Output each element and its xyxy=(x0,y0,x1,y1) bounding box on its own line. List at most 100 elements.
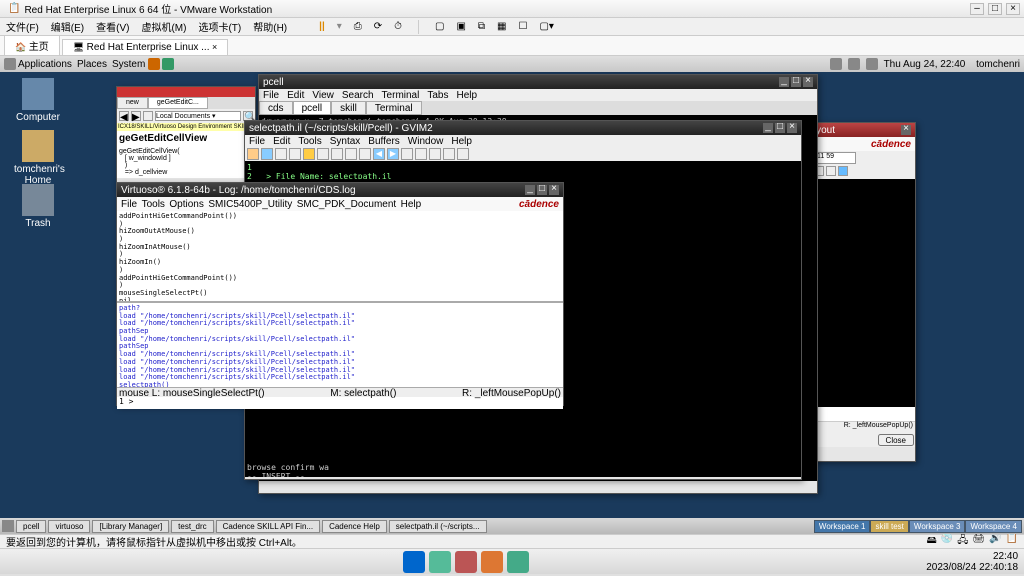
terminal-tab[interactable]: pcell xyxy=(293,101,332,115)
pause-button[interactable]: || xyxy=(319,21,325,32)
layout-canvas[interactable] xyxy=(801,179,915,407)
menu-applications[interactable]: Applications xyxy=(18,59,72,70)
tool-icon[interactable] xyxy=(289,148,301,160)
tool-icon[interactable] xyxy=(457,148,469,160)
tray-icon[interactable]: 🖧 xyxy=(957,533,968,550)
show-desktop-icon[interactable] xyxy=(2,520,14,532)
menu-tabs[interactable]: 选项卡(T) xyxy=(198,19,241,34)
menu-vm[interactable]: 虚拟机(M) xyxy=(141,19,186,34)
app-icon[interactable] xyxy=(162,58,174,70)
close-button[interactable]: × xyxy=(901,125,911,135)
virtuoso-titlebar[interactable]: Virtuoso® 6.1.8-64b - Log: /home/tomchen… xyxy=(117,183,563,197)
ciw-log-top[interactable]: addPointHiGetCommandPoint()) ) hiZoomOut… xyxy=(117,211,563,303)
clock[interactable]: Thu Aug 24, 22:40 xyxy=(884,59,966,70)
tool-icon[interactable] xyxy=(826,166,836,176)
menu-file[interactable]: 文件(F) xyxy=(6,19,39,34)
tool-icon[interactable] xyxy=(443,148,455,160)
close-button[interactable]: × xyxy=(803,77,813,87)
terminal-tab[interactable]: skill xyxy=(331,101,366,115)
tray-icon[interactable]: 📋 xyxy=(1006,533,1018,550)
taskbar-item[interactable]: selectpath.il (~/scripts... xyxy=(389,520,487,533)
terminal-tab[interactable]: Terminal xyxy=(366,101,422,115)
tray-icon[interactable] xyxy=(866,58,878,70)
tool-icon[interactable] xyxy=(143,111,153,121)
tab-vm[interactable]: 🖥 Red Hat Enterprise Linux ... × xyxy=(62,39,229,55)
maximize-button[interactable]: □ xyxy=(791,77,801,87)
tray-icon[interactable] xyxy=(830,58,842,70)
toolbar-btn[interactable]: ⧉ xyxy=(478,21,485,32)
toolbar-btn[interactable]: ⎙ xyxy=(354,21,362,32)
toolbar-btn[interactable]: ⏱ xyxy=(394,21,402,32)
workspace-switcher[interactable]: Workspace 1 xyxy=(814,520,871,533)
tray-icon[interactable]: 🖨 xyxy=(972,533,985,550)
gvim-titlebar[interactable]: selectpath.il (~/scripts/skill/Pcell) - … xyxy=(245,121,801,135)
taskbar-vmware-icon[interactable] xyxy=(507,551,529,573)
workspace-switcher[interactable]: Workspace 4 xyxy=(965,520,1022,533)
apps-icon[interactable] xyxy=(4,58,16,70)
doc-crumb[interactable]: Local Documents ▾ xyxy=(155,111,241,121)
cut-icon[interactable] xyxy=(331,148,343,160)
back-icon[interactable]: ◀ xyxy=(119,111,129,121)
taskbar-item[interactable]: Cadence Help xyxy=(322,520,387,533)
taskbar-app-icon[interactable] xyxy=(429,551,451,573)
maximize-button[interactable]: □ xyxy=(988,3,1002,15)
taskbar-app-icon[interactable] xyxy=(481,551,503,573)
layout-titlebar[interactable]: Layout × xyxy=(801,123,915,137)
taskbar-app-icon[interactable] xyxy=(455,551,477,573)
menu-places[interactable]: Places xyxy=(77,59,107,70)
desktop-trash-icon[interactable]: Trash xyxy=(14,184,62,229)
menu-help[interactable]: 帮助(H) xyxy=(253,19,287,34)
tray-icon[interactable] xyxy=(848,58,860,70)
gvim-buffer[interactable]: 1 2 > File Name: selectpath.il 3 > Autho… xyxy=(245,161,801,179)
terminal-titlebar[interactable]: pcell _□× xyxy=(259,75,817,89)
nav-fwd-icon[interactable]: ▶ xyxy=(387,148,399,160)
undo-icon[interactable] xyxy=(303,148,315,160)
fwd-icon[interactable]: ▶ xyxy=(131,111,141,121)
menu-view[interactable]: 查看(V) xyxy=(96,19,129,34)
toolbar-btn[interactable]: ☐ xyxy=(518,21,527,32)
desktop-home-icon[interactable]: tomchenri's Home xyxy=(14,130,62,186)
minimize-button[interactable]: _ xyxy=(779,77,789,87)
doc-titlebar[interactable] xyxy=(117,87,255,97)
taskbar-item[interactable]: [Library Manager] xyxy=(92,520,169,533)
start-button[interactable] xyxy=(403,551,425,573)
minimize-button[interactable]: – xyxy=(970,3,984,15)
toolbar-btn[interactable]: ⟳ xyxy=(374,21,382,32)
ciw-log-bottom[interactable]: path? load "/home/tomchenri/scripts/skil… xyxy=(117,303,563,387)
tool-icon[interactable] xyxy=(317,148,329,160)
menu-system[interactable]: System xyxy=(112,59,145,70)
minimize-button[interactable]: _ xyxy=(763,123,773,133)
taskbar-item[interactable]: test_drc xyxy=(171,520,213,533)
toolbar-btn[interactable]: ▢▾ xyxy=(539,21,553,32)
close-button[interactable]: × xyxy=(787,123,797,133)
maximize-button[interactable]: □ xyxy=(537,185,547,195)
toolbar-btn[interactable]: ▣ xyxy=(456,21,465,32)
tray-icon[interactable]: 🖴 xyxy=(927,533,937,550)
tool-icon[interactable] xyxy=(838,166,848,176)
desktop-computer-icon[interactable]: Computer xyxy=(14,78,62,123)
close-button[interactable]: Close xyxy=(878,434,914,446)
menu-edit[interactable]: 编辑(E) xyxy=(51,19,84,34)
nav-back-icon[interactable]: ◀ xyxy=(373,148,385,160)
close-button[interactable]: × xyxy=(1006,3,1020,15)
terminal-tab[interactable]: cds xyxy=(259,101,293,115)
tab-home[interactable]: 🏠 主页 xyxy=(4,35,60,55)
tool-icon[interactable] xyxy=(415,148,427,160)
firefox-icon[interactable] xyxy=(148,58,160,70)
tray-icon[interactable]: 💿 xyxy=(941,533,953,550)
windows-clock[interactable]: 22:402023/08/24 22:40:18 xyxy=(926,551,1018,573)
copy-icon[interactable] xyxy=(345,148,357,160)
tray-icon[interactable]: 🔊 xyxy=(989,533,1001,550)
open-icon[interactable] xyxy=(247,148,259,160)
taskbar-item[interactable]: pcell xyxy=(16,520,46,533)
toolbar-btn[interactable]: ▢ xyxy=(435,21,444,32)
close-button[interactable]: × xyxy=(549,185,559,195)
minimize-button[interactable]: _ xyxy=(525,185,535,195)
taskbar-item[interactable]: virtuoso xyxy=(48,520,90,533)
tool-icon[interactable] xyxy=(275,148,287,160)
workspace-switcher[interactable]: Workspace 3 xyxy=(909,520,966,533)
taskbar-item[interactable]: Cadence SKILL API Fin... xyxy=(216,520,320,533)
save-icon[interactable] xyxy=(261,148,273,160)
tool-icon[interactable] xyxy=(429,148,441,160)
user-menu[interactable]: tomchenri xyxy=(976,59,1020,70)
